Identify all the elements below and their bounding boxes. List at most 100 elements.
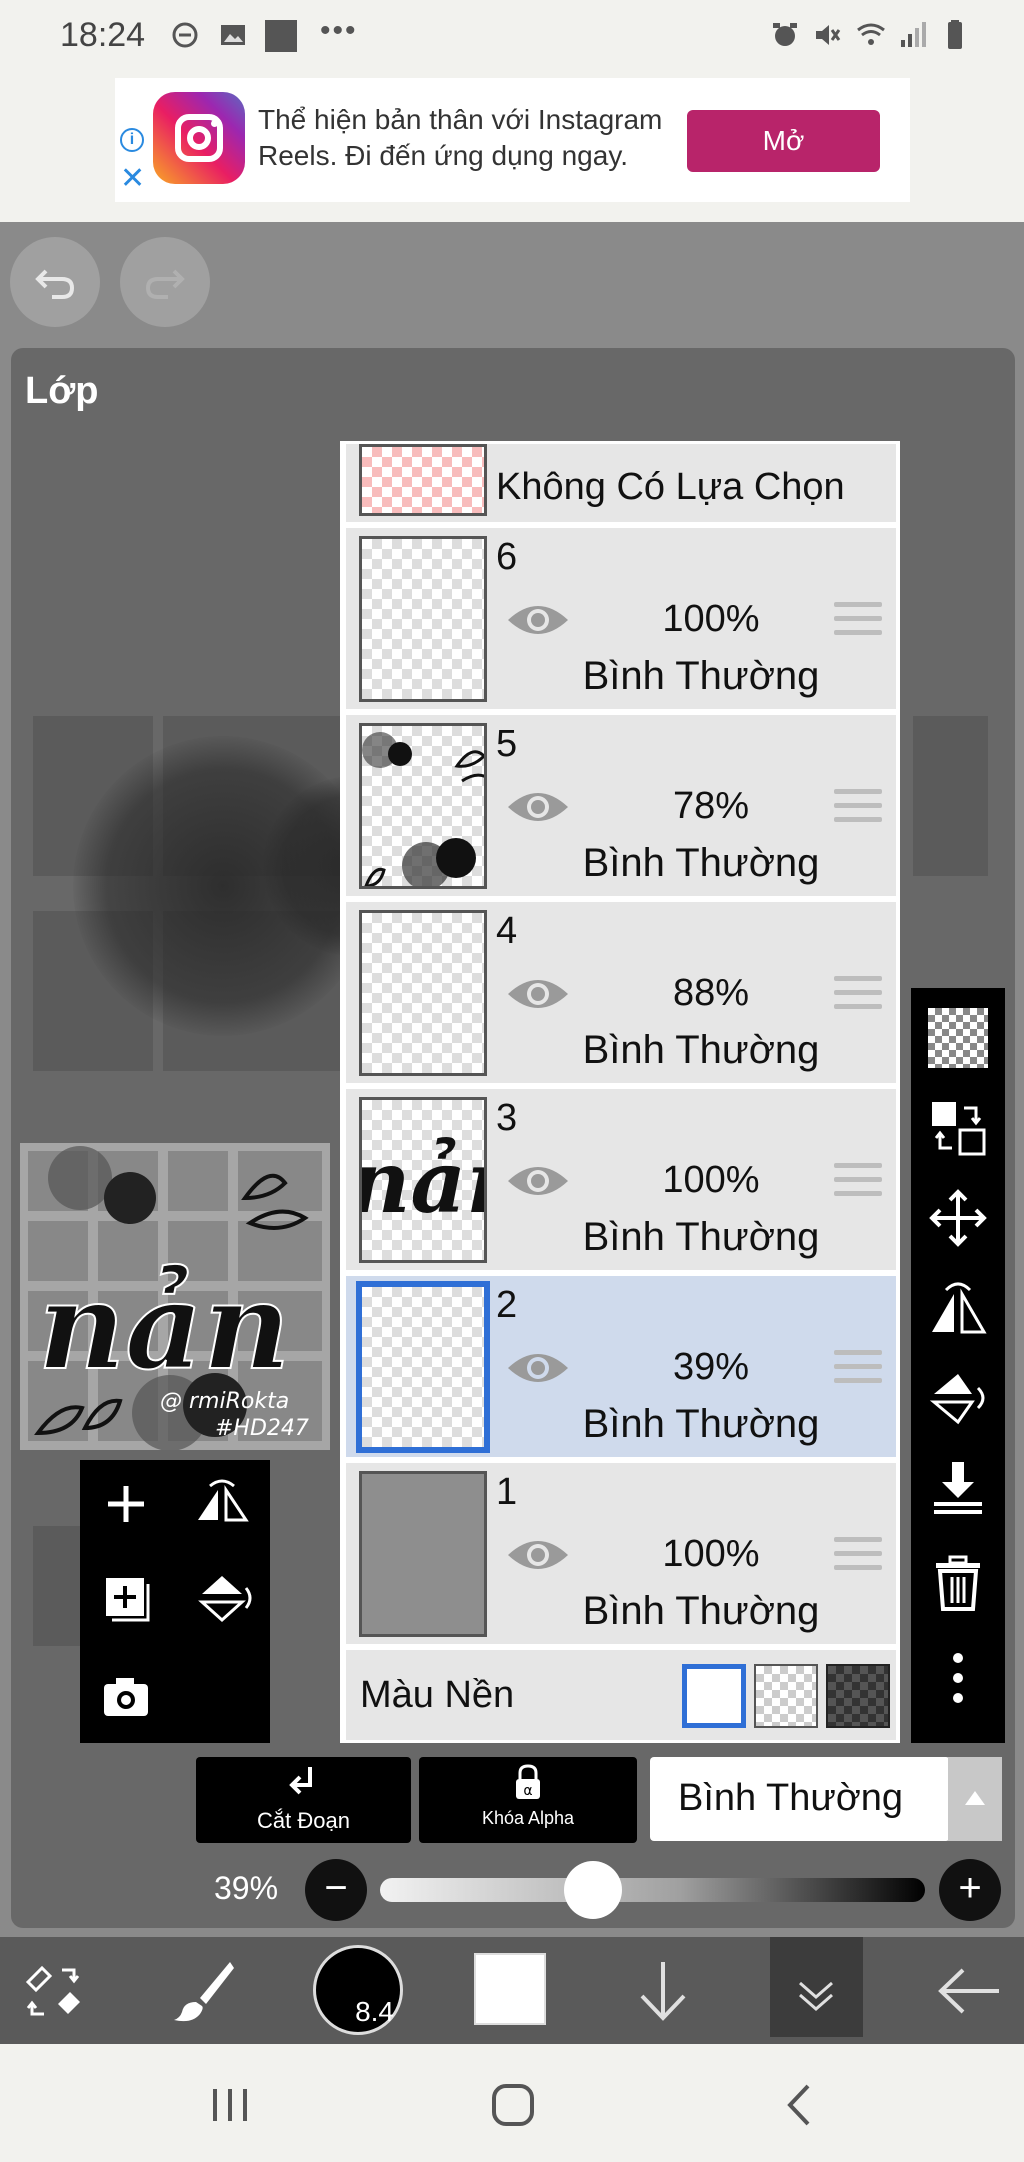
ad-open-button[interactable]: Mở xyxy=(687,110,880,172)
mute-icon xyxy=(816,25,841,45)
layer-row-selected[interactable]: 2 39% Bình Thường xyxy=(346,1276,896,1460)
alpha-lock-label: Khóa Alpha xyxy=(481,1808,575,1828)
drag-handle-icon[interactable] xyxy=(834,1350,882,1390)
blend-mode-select[interactable]: Bình Thường xyxy=(650,1757,950,1841)
drag-handle-icon[interactable] xyxy=(834,1537,882,1577)
redo-icon xyxy=(145,269,185,299)
layer-content-art xyxy=(362,732,484,886)
merge-down-icon[interactable] xyxy=(928,1458,988,1518)
double-chevron-down-icon xyxy=(799,1981,833,2011)
flip-vertical-button[interactable] xyxy=(192,1572,252,1624)
drag-handle-icon[interactable] xyxy=(834,602,882,642)
flip-horizontal-icon xyxy=(198,1479,249,1522)
swap-brush-eraser-icon[interactable] xyxy=(22,1960,86,2024)
swap-layers-icon[interactable] xyxy=(928,1098,988,1158)
layer-opacity: 78% xyxy=(672,785,750,827)
visibility-eye-icon[interactable] xyxy=(506,1533,570,1577)
brush-size-value: 8.4 xyxy=(355,1996,394,2027)
layer-blend-mode: Bình Thường xyxy=(582,841,820,885)
camera-button[interactable] xyxy=(100,1670,152,1722)
flip-horizontal-button[interactable] xyxy=(192,1478,252,1530)
canvas-thumbnail[interactable]: nản @ rmiRokta #HD247 xyxy=(20,1143,330,1450)
layer-blend-mode: Bình Thường xyxy=(582,1589,820,1633)
arrow-down-icon[interactable] xyxy=(628,1956,698,2026)
visibility-eye-icon[interactable] xyxy=(506,598,570,642)
selection-layer-row[interactable]: Không Có Lựa Chọn xyxy=(346,444,896,525)
layer-list: Không Có Lựa Chọn 6 100% Bình Thường 5 7… xyxy=(340,441,900,1743)
layers-panel-toggle[interactable] xyxy=(770,1937,863,2037)
svg-text:α: α xyxy=(523,1783,532,1799)
chevron-up-icon xyxy=(965,1791,985,1805)
layer-row[interactable]: 4 88% Bình Thường xyxy=(346,902,896,1086)
ad-close-icon[interactable]: ✕ xyxy=(120,164,145,194)
bg-transparent-swatch[interactable] xyxy=(754,1664,818,1728)
add-layer-button[interactable] xyxy=(100,1478,152,1530)
wifi-icon xyxy=(857,23,885,45)
drag-handle-icon[interactable] xyxy=(834,976,882,1016)
panel-title: Lớp xyxy=(25,370,99,412)
layer-row[interactable]: 6 100% Bình Thường xyxy=(346,528,896,712)
opacity-decrease-button[interactable]: − xyxy=(305,1859,367,1921)
drag-handle-icon[interactable] xyxy=(834,789,882,829)
redo-button[interactable] xyxy=(120,237,210,327)
bg-dark-checker-swatch[interactable] xyxy=(826,1664,890,1728)
opacity-label: 39% xyxy=(214,1870,279,1906)
battery-icon xyxy=(948,20,962,49)
camera-icon xyxy=(104,1678,148,1716)
plus-icon: + xyxy=(958,1866,982,1910)
layer-opacity: 100% xyxy=(662,598,760,640)
color-swatch-button[interactable] xyxy=(474,1953,546,2025)
ad-line-1: Thể hiện bản thân với Instagram xyxy=(258,104,663,135)
status-time: 18:24 xyxy=(60,16,146,54)
image-icon xyxy=(221,25,245,45)
layer-thumbnail xyxy=(359,910,487,1076)
layer-content-art: nản xyxy=(362,1132,487,1233)
layer-opacity: 100% xyxy=(662,1533,760,1575)
transparency-icon[interactable] xyxy=(928,1008,988,1068)
instagram-logo xyxy=(153,92,245,184)
background-color-row: Màu Nền xyxy=(346,1650,896,1740)
opacity-slider-knob[interactable] xyxy=(563,1861,622,1919)
layer-number: 2 xyxy=(496,1284,518,1326)
ad-text: Thể hiện bản thân với Instagram Reels. Đ… xyxy=(258,102,678,174)
add-image-icon xyxy=(106,1578,150,1622)
undo-button[interactable] xyxy=(10,237,100,327)
blend-mode-dropdown-button[interactable] xyxy=(948,1757,1002,1841)
layer-row[interactable]: 1 100% Bình Thường xyxy=(346,1463,896,1647)
opacity-increase-button[interactable]: + xyxy=(939,1859,1001,1921)
visibility-eye-icon[interactable] xyxy=(506,785,570,829)
visibility-eye-icon[interactable] xyxy=(506,972,570,1016)
move-icon[interactable] xyxy=(928,1188,988,1248)
flip-horizontal-icon[interactable] xyxy=(928,1278,988,1338)
svg-text:nản: nản xyxy=(38,1256,290,1397)
bg-white-swatch[interactable] xyxy=(682,1664,746,1728)
layer-row[interactable]: nản 3 100% Bình Thường xyxy=(346,1089,896,1273)
back-icon[interactable] xyxy=(780,2082,820,2128)
more-vertical-icon[interactable] xyxy=(928,1648,988,1708)
thumbnail-artwork: nản @ rmiRokta #HD247 xyxy=(20,1143,330,1450)
drag-handle-icon[interactable] xyxy=(834,1163,882,1203)
home-icon[interactable] xyxy=(490,2082,536,2128)
ad-info-icon[interactable]: i xyxy=(120,128,144,152)
opacity-slider-track[interactable] xyxy=(380,1878,925,1902)
plus-icon xyxy=(108,1486,144,1522)
layer-blend-mode: Bình Thường xyxy=(582,654,820,698)
layer-number: 3 xyxy=(496,1097,518,1139)
back-arrow-icon[interactable] xyxy=(935,1956,1005,2026)
brush-icon[interactable] xyxy=(170,1956,240,2026)
signal-icon xyxy=(901,22,926,47)
brush-size-button[interactable]: 8.4 xyxy=(313,1945,403,2035)
trash-icon[interactable] xyxy=(928,1553,988,1613)
layer-row[interactable]: 5 78% Bình Thường xyxy=(346,715,896,899)
add-image-layer-button[interactable] xyxy=(100,1572,152,1624)
blend-mode-value: Bình Thường xyxy=(678,1777,904,1819)
svg-text:@ rmiRokta: @ rmiRokta xyxy=(160,1389,289,1414)
clipping-button[interactable]: Cắt Đoạn xyxy=(196,1757,411,1843)
alpha-lock-button[interactable]: α Khóa Alpha xyxy=(419,1757,637,1843)
alarm-icon xyxy=(773,23,797,46)
svg-text:nản: nản xyxy=(362,1132,487,1233)
recent-apps-icon[interactable] xyxy=(205,2085,255,2125)
flip-vertical-icon[interactable] xyxy=(928,1368,988,1428)
visibility-eye-icon[interactable] xyxy=(506,1159,570,1203)
visibility-eye-icon[interactable] xyxy=(506,1346,570,1390)
